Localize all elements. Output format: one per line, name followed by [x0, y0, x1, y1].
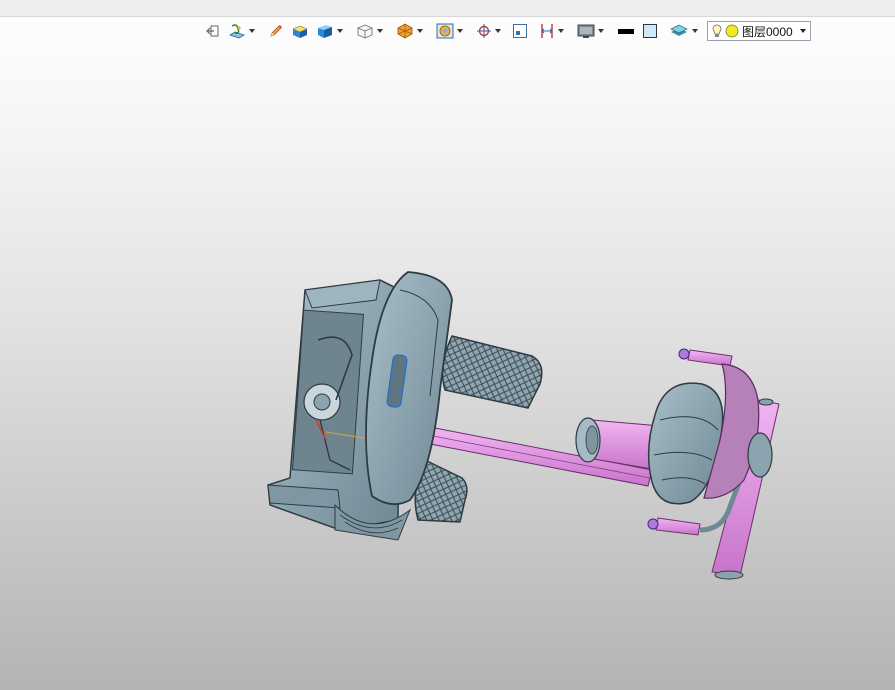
toolbar: 图层0000: [203, 19, 811, 43]
monitor-button[interactable]: [575, 20, 606, 42]
layer-name: 图层0000: [742, 24, 793, 39]
sketch-plane-icon: [229, 24, 245, 39]
solid-box-button[interactable]: [314, 20, 345, 42]
view-orientation-button[interactable]: [354, 20, 385, 42]
pencil-icon: [270, 25, 282, 37]
chevron-down-icon: [417, 29, 423, 33]
pencil-button[interactable]: [266, 20, 286, 42]
lightbulb-icon: [712, 24, 722, 37]
line-color-button[interactable]: [615, 20, 637, 42]
exit-sketch-icon: [206, 25, 219, 37]
chevron-down-icon: [598, 29, 604, 33]
chevron-down-icon: [249, 29, 255, 33]
layer-status-icon: [725, 24, 739, 38]
fill-color-icon: [643, 24, 657, 38]
fill-color-button[interactable]: [640, 20, 660, 42]
chevron-down-icon: [558, 29, 564, 33]
layer-select[interactable]: 图层0000: [707, 21, 811, 41]
layer-stack-icon: [670, 24, 688, 36]
title-strip: [0, 0, 895, 17]
chevron-down-icon: [692, 29, 698, 33]
dimension-icon: [541, 24, 553, 38]
chevron-down-icon: [457, 29, 463, 33]
view-orientation-icon: [356, 24, 374, 39]
render-style-button[interactable]: [394, 20, 425, 42]
chevron-down-icon: [800, 29, 806, 33]
monitor-icon: [577, 24, 595, 38]
pedal-upper: [441, 335, 543, 409]
chevron-down-icon: [337, 29, 343, 33]
3d-viewport[interactable]: [0, 44, 895, 690]
extrude-button[interactable]: [289, 20, 311, 42]
section-view-icon: [436, 23, 454, 39]
sketch-plane-button[interactable]: [226, 20, 257, 42]
snap-target-button[interactable]: [474, 20, 503, 42]
frame-button[interactable]: [510, 20, 530, 42]
frame-icon: [513, 24, 527, 38]
section-view-button[interactable]: [434, 20, 465, 42]
extrude-icon: [292, 25, 308, 38]
exit-sketch-button[interactable]: [203, 20, 223, 42]
solid-box-icon: [318, 25, 332, 38]
dimension-button[interactable]: [537, 20, 566, 42]
seat-post: [575, 417, 661, 471]
chevron-down-icon: [495, 29, 501, 33]
line-color-icon: [618, 29, 634, 34]
snap-target-icon: [477, 24, 491, 38]
layer-stack-button[interactable]: [667, 20, 700, 42]
render-style-icon: [397, 23, 413, 39]
chevron-down-icon: [377, 29, 383, 33]
